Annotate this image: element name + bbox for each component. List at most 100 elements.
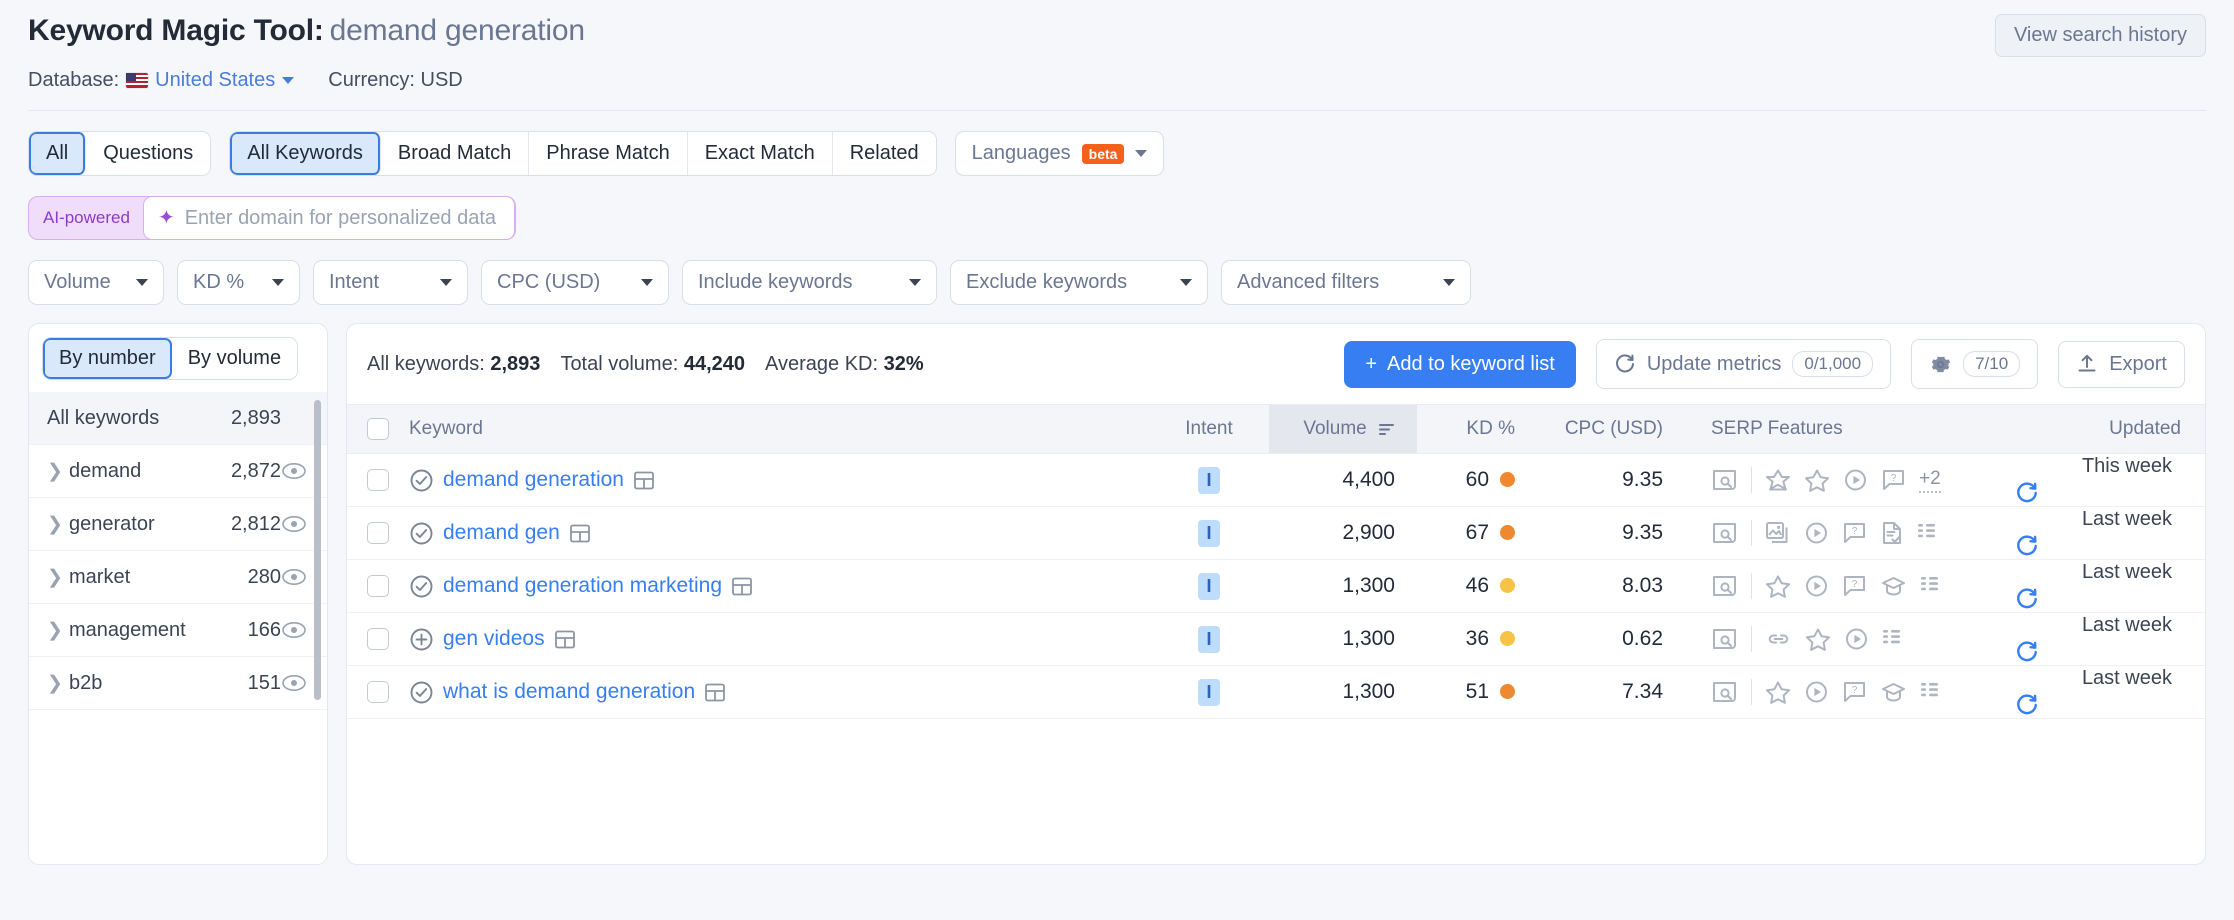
select-all-checkbox[interactable] (367, 418, 389, 440)
export-button[interactable]: Export (2058, 340, 2185, 388)
keyword-link[interactable]: demand generation marketing (443, 574, 722, 598)
video-icon[interactable] (1843, 468, 1868, 492)
video-icon[interactable] (1804, 680, 1829, 704)
eye-icon[interactable] (281, 462, 311, 480)
column-volume[interactable]: Volume (1269, 403, 1417, 455)
chevron-down-icon[interactable] (1443, 279, 1455, 286)
sidebar-item-management[interactable]: ❯ management 166 (29, 604, 327, 657)
people-also-ask-icon[interactable] (1882, 628, 1908, 650)
sidebar-item-all-keywords[interactable]: All keywords 2,893 (29, 392, 327, 445)
chevron-down-icon[interactable] (136, 279, 148, 286)
sidebar-by-number-tab[interactable]: By number (43, 338, 172, 379)
filter-include-keywords[interactable]: Include keywords (682, 260, 937, 305)
view-search-history-button[interactable]: View search history (1994, 14, 2206, 57)
tab-all[interactable]: All (29, 132, 87, 175)
database-selector[interactable]: Database: United States (28, 69, 295, 92)
update-metrics-button[interactable]: Update metrics 0/1,000 (1595, 339, 1892, 389)
tab-related[interactable]: Related (832, 132, 936, 175)
chevron-right-icon[interactable]: ❯ (47, 672, 69, 695)
knowledge-panel-icon[interactable] (1880, 680, 1907, 704)
chevron-right-icon[interactable]: ❯ (47, 513, 69, 536)
column-serp-features[interactable]: SERP Features (1685, 403, 2015, 455)
reviews-icon[interactable] (1804, 468, 1830, 492)
tab-phrase-match[interactable]: Phrase Match (529, 132, 688, 175)
column-cpc[interactable]: CPC (USD) (1535, 403, 1685, 455)
sidebar-by-volume-tab[interactable]: By volume (171, 338, 298, 379)
serp-analysis-icon[interactable] (731, 576, 753, 597)
tab-all-keywords[interactable]: All Keywords (230, 132, 381, 175)
reviews-icon[interactable] (1765, 574, 1791, 598)
domain-input[interactable]: ✦ Enter domain for personalized data (142, 196, 516, 240)
keyword-link[interactable]: gen videos (443, 627, 545, 651)
languages-dropdown[interactable]: Languages beta (954, 131, 1165, 176)
filter-volume[interactable]: Volume (28, 260, 164, 305)
serp-preview-icon[interactable] (1711, 680, 1738, 704)
intent-badge[interactable]: I (1198, 625, 1220, 653)
plus-circle-icon[interactable] (409, 627, 434, 652)
intent-badge[interactable]: I (1198, 572, 1220, 600)
row-refresh-icon[interactable] (2015, 693, 2181, 717)
table-row[interactable]: gen videos I 1,300 36 0.62 Last week (347, 612, 2205, 667)
sidebar-item-demand[interactable]: ❯ demand 2,872 (29, 445, 327, 498)
column-kd[interactable]: KD % (1417, 403, 1535, 455)
serp-preview-icon[interactable] (1711, 468, 1738, 492)
sidebar-scrollbar[interactable] (314, 400, 321, 700)
eye-icon[interactable] (281, 568, 311, 586)
row-checkbox[interactable] (367, 575, 389, 598)
filter-advanced[interactable]: Advanced filters (1221, 260, 1471, 305)
table-row[interactable]: demand gen I 2,900 67 9.35 ? Last week (347, 506, 2205, 561)
tab-broad-match[interactable]: Broad Match (380, 132, 530, 175)
serp-analysis-icon[interactable] (633, 470, 655, 491)
video-icon[interactable] (1804, 574, 1829, 598)
intent-badge[interactable]: I (1198, 466, 1220, 494)
serp-preview-icon[interactable] (1711, 627, 1738, 651)
chevron-right-icon[interactable]: ❯ (47, 460, 69, 483)
faq-icon[interactable]: ? (1842, 680, 1867, 704)
people-also-ask-icon[interactable] (1920, 575, 1946, 597)
sitelinks-icon[interactable] (1765, 627, 1792, 651)
video-icon[interactable] (1804, 521, 1829, 545)
serp-analysis-icon[interactable] (569, 523, 591, 544)
reviews-icon[interactable] (1765, 680, 1791, 704)
people-also-ask-icon[interactable] (1917, 522, 1943, 544)
row-checkbox[interactable] (367, 469, 389, 492)
column-keyword[interactable]: Keyword (409, 403, 1149, 455)
filter-cpc[interactable]: CPC (USD) (481, 260, 669, 305)
chevron-right-icon[interactable]: ❯ (47, 566, 69, 589)
row-refresh-icon[interactable] (2015, 640, 2181, 664)
table-row[interactable]: what is demand generation I 1,300 51 7.3… (347, 665, 2205, 720)
eye-icon[interactable] (281, 674, 311, 692)
row-refresh-icon[interactable] (2015, 481, 2181, 505)
video-icon[interactable] (1844, 627, 1869, 651)
chevron-down-icon[interactable] (1135, 150, 1148, 157)
sort-desc-icon[interactable] (1378, 422, 1395, 437)
instant-answer-icon[interactable] (1880, 521, 1904, 545)
eye-icon[interactable] (281, 515, 311, 533)
row-checkbox[interactable] (367, 522, 389, 545)
row-checkbox[interactable] (367, 681, 389, 704)
chevron-down-icon[interactable] (282, 77, 295, 84)
chevron-down-icon[interactable] (440, 279, 452, 286)
faq-icon[interactable]: ? (1842, 574, 1867, 598)
table-row[interactable]: demand generation marketing I 1,300 46 8… (347, 559, 2205, 614)
sidebar-item-market[interactable]: ❯ market 280 (29, 551, 327, 604)
serp-preview-icon[interactable] (1711, 521, 1738, 545)
tab-exact-match[interactable]: Exact Match (687, 132, 833, 175)
database-value[interactable]: United States (155, 69, 275, 92)
serp-analysis-icon[interactable] (704, 682, 726, 703)
keyword-link[interactable]: demand gen (443, 521, 560, 545)
intent-badge[interactable]: I (1198, 519, 1220, 547)
tab-questions[interactable]: Questions (86, 132, 211, 175)
check-circle-icon[interactable] (409, 574, 434, 599)
serp-preview-icon[interactable] (1711, 574, 1738, 598)
serp-analysis-icon[interactable] (554, 629, 576, 650)
image-pack-icon[interactable] (1765, 521, 1791, 545)
serp-more-count[interactable]: +2 (1919, 468, 1941, 493)
filter-kd[interactable]: KD % (177, 260, 300, 305)
featured-snippet-icon[interactable] (1765, 468, 1791, 492)
keyword-link[interactable]: what is demand generation (443, 680, 695, 704)
chevron-down-icon[interactable] (272, 279, 284, 286)
table-settings-button[interactable]: 7/10 (1911, 339, 2039, 389)
intent-badge[interactable]: I (1198, 678, 1220, 706)
faq-icon[interactable]: ? (1881, 468, 1906, 492)
